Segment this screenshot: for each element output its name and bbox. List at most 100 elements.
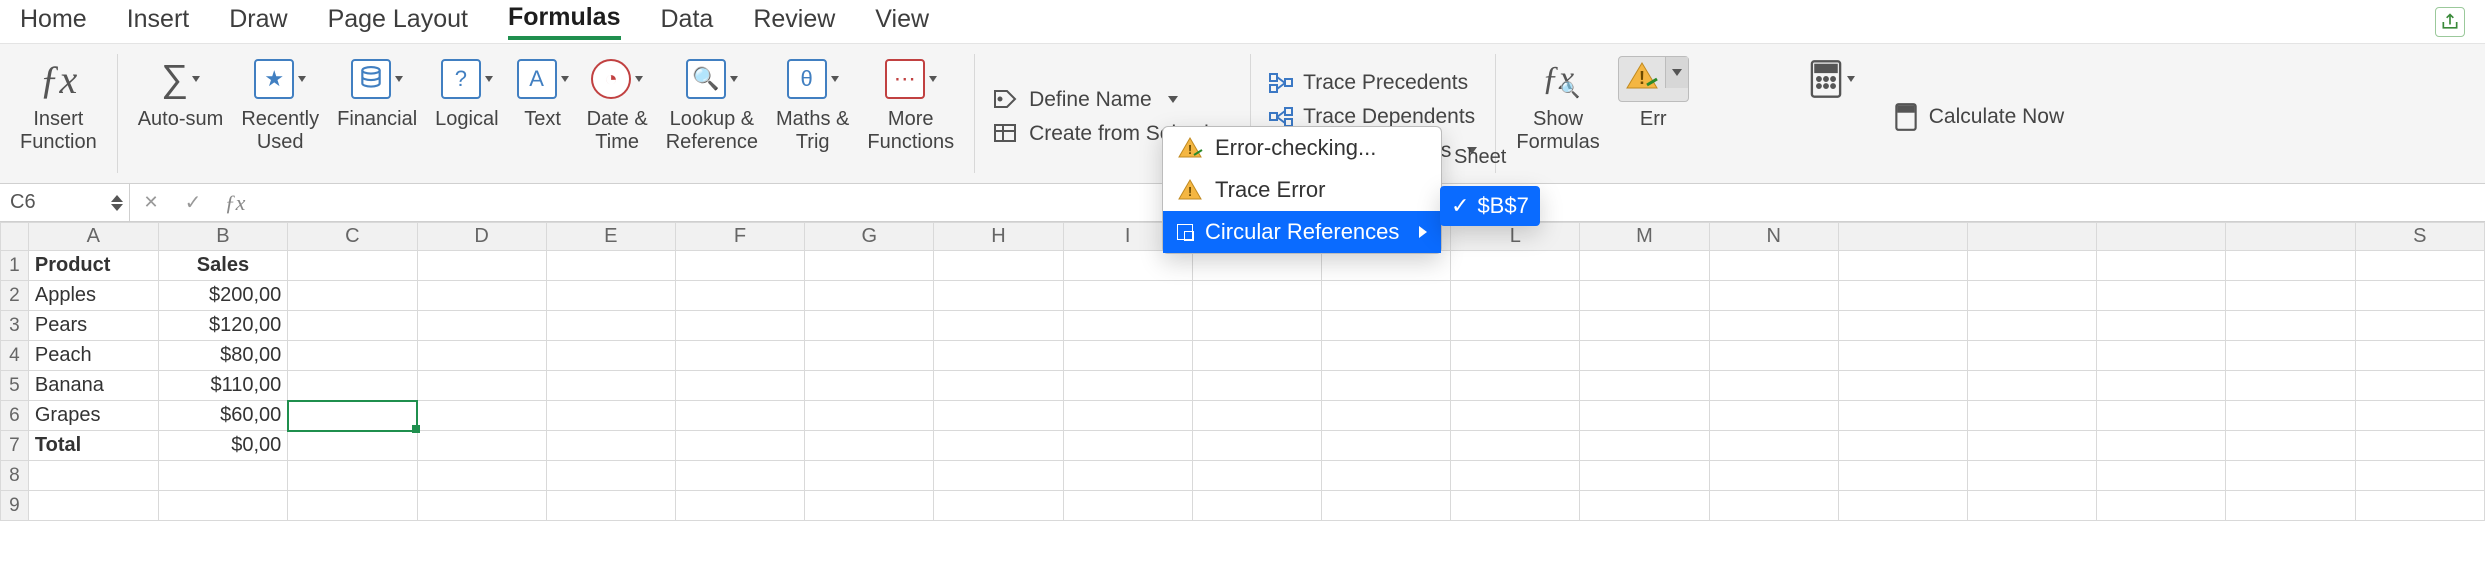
- trace-precedents-button[interactable]: Trace Precedents: [1265, 69, 1472, 97]
- cell[interactable]: [934, 251, 1063, 281]
- cell[interactable]: [1192, 401, 1321, 431]
- cell[interactable]: [1451, 311, 1580, 341]
- cell[interactable]: Sales: [158, 251, 288, 281]
- cell[interactable]: [1321, 401, 1450, 431]
- cell[interactable]: [417, 401, 546, 431]
- define-name-button[interactable]: Define Name: [989, 86, 1182, 114]
- cell[interactable]: [2226, 461, 2355, 491]
- cell[interactable]: [417, 341, 546, 371]
- cell[interactable]: [1968, 491, 2097, 521]
- cell[interactable]: [1321, 341, 1450, 371]
- cell[interactable]: [28, 491, 158, 521]
- calculate-now-button[interactable]: Calculate Now: [1889, 100, 2068, 134]
- cell[interactable]: [1838, 251, 1967, 281]
- cell[interactable]: [417, 491, 546, 521]
- cell[interactable]: [2226, 431, 2355, 461]
- cell[interactable]: [934, 311, 1063, 341]
- cell[interactable]: [2355, 371, 2484, 401]
- cell[interactable]: [546, 341, 675, 371]
- cell[interactable]: [1063, 461, 1192, 491]
- cell[interactable]: [417, 281, 546, 311]
- cell[interactable]: [1580, 281, 1709, 311]
- cell[interactable]: [2355, 491, 2484, 521]
- cell[interactable]: [2226, 311, 2355, 341]
- select-all-corner[interactable]: [1, 223, 29, 251]
- cell[interactable]: Apples: [28, 281, 158, 311]
- cell[interactable]: [288, 281, 417, 311]
- cell[interactable]: [1580, 461, 1709, 491]
- name-box-spinner[interactable]: [111, 195, 123, 211]
- cell[interactable]: [1451, 491, 1580, 521]
- cell[interactable]: [158, 491, 288, 521]
- cell[interactable]: [2226, 371, 2355, 401]
- tab-view[interactable]: View: [875, 5, 929, 38]
- date-time-button[interactable]: ◔ Date & Time: [581, 54, 654, 154]
- cell[interactable]: [1192, 281, 1321, 311]
- cell[interactable]: [288, 341, 417, 371]
- tab-data[interactable]: Data: [661, 5, 714, 38]
- cell[interactable]: $200,00: [158, 281, 288, 311]
- col-header-D[interactable]: D: [417, 223, 546, 251]
- cell[interactable]: [288, 401, 417, 431]
- insert-function-button[interactable]: ƒx Insert Function: [14, 54, 103, 154]
- cell[interactable]: [1580, 431, 1709, 461]
- recently-used-button[interactable]: ★ Recently Used: [235, 54, 325, 154]
- col-header-F[interactable]: F: [675, 223, 804, 251]
- tab-draw[interactable]: Draw: [229, 5, 287, 38]
- cell[interactable]: [1321, 491, 1450, 521]
- cell[interactable]: [934, 431, 1063, 461]
- financial-button[interactable]: Financial: [331, 54, 423, 154]
- cell[interactable]: [1838, 311, 1967, 341]
- cell[interactable]: [1968, 281, 2097, 311]
- cell[interactable]: [546, 371, 675, 401]
- cell[interactable]: [546, 401, 675, 431]
- cell[interactable]: [1838, 401, 1967, 431]
- cell[interactable]: [1968, 461, 2097, 491]
- cell[interactable]: [1709, 461, 1838, 491]
- cell[interactable]: Banana: [28, 371, 158, 401]
- cell[interactable]: [158, 461, 288, 491]
- cell[interactable]: [1709, 281, 1838, 311]
- cell[interactable]: [2097, 461, 2226, 491]
- row-header[interactable]: 7: [1, 431, 29, 461]
- cell[interactable]: Pears: [28, 311, 158, 341]
- autosum-button[interactable]: ∑ Auto-sum: [132, 54, 230, 154]
- cell[interactable]: [805, 371, 934, 401]
- cell[interactable]: [1451, 281, 1580, 311]
- share-button[interactable]: [2435, 7, 2465, 37]
- cell[interactable]: [675, 251, 804, 281]
- cell[interactable]: [2355, 401, 2484, 431]
- cell[interactable]: [1580, 401, 1709, 431]
- lookup-ref-button[interactable]: 🔍 Lookup & Reference: [660, 54, 764, 154]
- col-header-A[interactable]: A: [28, 223, 158, 251]
- menu-trace-error[interactable]: ! Trace Error: [1163, 169, 1441, 211]
- cell[interactable]: [417, 431, 546, 461]
- cell[interactable]: [288, 251, 417, 281]
- cell[interactable]: [675, 461, 804, 491]
- cell[interactable]: [1063, 401, 1192, 431]
- cell[interactable]: [1968, 251, 2097, 281]
- cell[interactable]: $60,00: [158, 401, 288, 431]
- cell[interactable]: Grapes: [28, 401, 158, 431]
- cell[interactable]: [675, 401, 804, 431]
- cell[interactable]: [2226, 491, 2355, 521]
- cell[interactable]: [417, 371, 546, 401]
- cell[interactable]: [546, 251, 675, 281]
- cell[interactable]: [417, 461, 546, 491]
- cell[interactable]: [2226, 401, 2355, 431]
- cell[interactable]: [2355, 281, 2484, 311]
- cell[interactable]: [1580, 491, 1709, 521]
- math-trig-button[interactable]: θ Maths & Trig: [770, 54, 855, 154]
- cell[interactable]: [417, 251, 546, 281]
- cell[interactable]: [1192, 371, 1321, 401]
- cell[interactable]: [805, 461, 934, 491]
- cell[interactable]: [2355, 461, 2484, 491]
- cell[interactable]: [2355, 311, 2484, 341]
- cell[interactable]: Total: [28, 431, 158, 461]
- cell[interactable]: [2097, 311, 2226, 341]
- cell[interactable]: [805, 311, 934, 341]
- cell[interactable]: [805, 341, 934, 371]
- cell[interactable]: [2097, 371, 2226, 401]
- cell[interactable]: [1580, 371, 1709, 401]
- cell[interactable]: [1192, 341, 1321, 371]
